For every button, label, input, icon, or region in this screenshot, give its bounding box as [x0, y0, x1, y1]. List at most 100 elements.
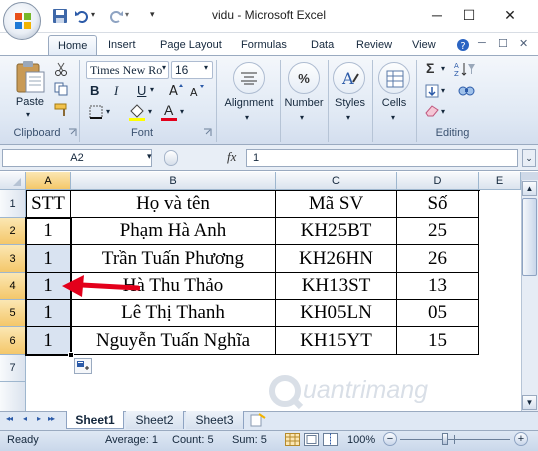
clipboard-launcher-icon[interactable] [68, 128, 77, 137]
row-header-5[interactable]: 5 [0, 300, 26, 327]
table-cell[interactable]: Trần Tuấn Phương [71, 245, 276, 273]
clear-dropdown-icon[interactable]: ▾ [441, 107, 445, 116]
zoom-slider-track[interactable] [400, 439, 510, 440]
alignment-button[interactable] [233, 62, 265, 94]
workbook-close-icon[interactable]: ✕ [519, 37, 528, 50]
row-header-2[interactable]: 2 [0, 218, 26, 245]
fill-icon[interactable] [424, 83, 440, 99]
find-select-icon[interactable] [456, 82, 476, 100]
normal-view-icon[interactable] [285, 433, 300, 446]
paste-dropdown-icon[interactable]: ▾ [26, 110, 30, 119]
header-cell-student-id[interactable]: Mã SV [276, 190, 397, 218]
row-header-4[interactable]: 4 [0, 273, 26, 300]
vertical-scroll-thumb[interactable] [522, 198, 537, 276]
table-cell[interactable]: 1 [26, 245, 71, 273]
tab-insert[interactable]: Insert [99, 35, 145, 55]
shrink-font-icon[interactable]: A [189, 83, 205, 99]
page-break-preview-icon[interactable] [323, 433, 338, 446]
next-sheet-icon[interactable]: ▸ [37, 414, 41, 423]
font-name-box[interactable]: Times New Ro [86, 61, 169, 79]
table-cell[interactable]: KH25BT [276, 218, 397, 245]
header-cell-name[interactable]: Họ và tên [71, 190, 276, 218]
header-cell-stt[interactable]: STT [26, 190, 71, 218]
formula-bar-splitter[interactable] [164, 150, 178, 166]
office-button[interactable] [3, 2, 41, 40]
table-cell[interactable]: Nguyễn Tuấn Nghĩa [71, 327, 276, 355]
select-all-corner[interactable] [0, 172, 26, 190]
table-cell[interactable]: KH05LN [276, 300, 397, 327]
paste-icon[interactable] [14, 60, 46, 94]
name-box[interactable]: A2 [2, 149, 152, 167]
minimize-button[interactable]: ─ [420, 0, 454, 30]
underline-dropdown-icon[interactable]: ▾ [150, 85, 154, 94]
ribbon-restore-icon[interactable]: ☐ [498, 37, 508, 50]
split-box[interactable] [521, 172, 538, 180]
font-color-button[interactable]: A [164, 102, 173, 118]
tab-review[interactable]: Review [347, 35, 401, 55]
page-layout-view-icon[interactable] [304, 433, 319, 446]
fill-color-icon[interactable] [128, 103, 146, 121]
row-header-3[interactable]: 3 [0, 245, 26, 273]
scroll-up-icon[interactable]: ▲ [522, 181, 537, 196]
sheet-tab-sheet1[interactable]: Sheet1 [66, 411, 124, 429]
insert-sheet-icon[interactable] [250, 413, 266, 427]
cells-button[interactable] [378, 62, 410, 94]
zoom-slider-thumb[interactable] [442, 433, 448, 445]
sheet-tab-sheet2[interactable]: Sheet2 [126, 411, 184, 429]
table-cell[interactable]: 26 [397, 245, 479, 273]
tab-data[interactable]: Data [302, 35, 343, 55]
tab-view[interactable]: View [403, 35, 445, 55]
copy-icon[interactable] [54, 82, 68, 96]
cells-label[interactable]: Cells [375, 97, 413, 109]
table-cell[interactable]: KH26HN [276, 245, 397, 273]
prev-sheet-icon[interactable]: ◂ [23, 414, 27, 423]
styles-button[interactable]: A [333, 62, 365, 94]
number-button[interactable]: % [288, 62, 320, 94]
clear-icon[interactable] [424, 103, 440, 117]
table-cell[interactable]: KH13ST [276, 273, 397, 300]
insert-function-button[interactable]: fx [227, 149, 236, 165]
first-sheet-icon[interactable]: ◂◂ [6, 414, 13, 423]
sheet-tab-sheet3[interactable]: Sheet3 [186, 411, 244, 429]
fill-dropdown-icon[interactable]: ▾ [441, 86, 445, 95]
table-cell[interactable]: Phạm Hà Anh [71, 218, 276, 245]
maximize-button[interactable]: ☐ [452, 0, 486, 30]
borders-dropdown-icon[interactable]: ▾ [106, 107, 110, 116]
close-button[interactable]: ✕ [486, 0, 534, 30]
autosum-dropdown-icon[interactable]: ▾ [441, 64, 445, 73]
tab-page-layout[interactable]: Page Layout [151, 35, 231, 55]
font-size-dropdown-icon[interactable]: ▾ [204, 63, 208, 72]
bold-button[interactable]: B [90, 83, 99, 98]
formula-input[interactable]: 1 [246, 149, 518, 167]
row-header-7[interactable]: 7 [0, 355, 26, 382]
ribbon-minimize-icon[interactable]: ─ [478, 37, 486, 49]
row-header-1[interactable]: 1 [0, 190, 26, 218]
column-header-d[interactable]: D [397, 172, 479, 190]
zoom-out-button[interactable]: − [383, 432, 397, 446]
expand-formula-bar-icon[interactable]: ⌄ [522, 149, 536, 167]
table-cell[interactable]: 25 [397, 218, 479, 245]
help-icon[interactable]: ? [456, 38, 470, 52]
header-cell-number[interactable]: Số [397, 190, 479, 218]
number-label[interactable]: Number [282, 97, 326, 109]
styles-dropdown-icon[interactable]: ▾ [346, 113, 350, 122]
paste-button[interactable]: Paste [14, 96, 46, 108]
table-cell[interactable]: 1 [26, 327, 71, 355]
tab-home[interactable]: Home [48, 35, 98, 55]
autosum-button[interactable]: Σ [426, 60, 434, 76]
name-box-dropdown-icon[interactable]: ▾ [147, 151, 152, 162]
alignment-dropdown-icon[interactable]: ▾ [245, 113, 249, 122]
table-cell[interactable]: 15 [397, 327, 479, 355]
last-sheet-icon[interactable]: ▸▸ [48, 414, 55, 423]
table-cell[interactable]: 1 [26, 218, 71, 245]
table-cell[interactable]: KH15YT [276, 327, 397, 355]
sort-filter-icon[interactable]: AZ [454, 61, 476, 77]
row-header-6[interactable]: 6 [0, 327, 26, 355]
column-header-b[interactable]: B [71, 172, 276, 190]
font-name-dropdown-icon[interactable]: ▾ [162, 63, 166, 72]
cells-dropdown-icon[interactable]: ▾ [391, 113, 395, 122]
format-painter-icon[interactable] [54, 103, 70, 117]
italic-button[interactable]: I [114, 83, 118, 99]
table-cell[interactable]: 05 [397, 300, 479, 327]
cut-icon[interactable] [54, 62, 68, 76]
